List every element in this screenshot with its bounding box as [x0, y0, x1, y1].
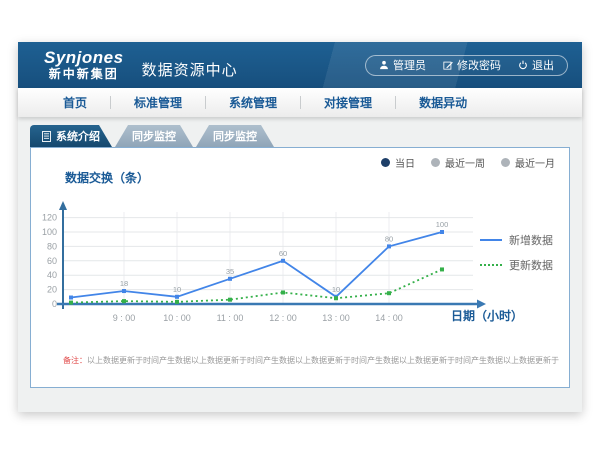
chart-legend: 新增数据 更新数据 [480, 232, 553, 282]
legend-label: 更新数据 [509, 257, 553, 273]
page-background: Synjones 新中新集团 数据资源中心 管理员 修改密码 退出 [0, 0, 600, 450]
svg-text:60: 60 [279, 249, 287, 258]
content-area: 系统介绍 同步监控 同步监控 当日 最近一周 [18, 117, 582, 412]
radio-selected-icon [381, 158, 390, 167]
svg-text:10 : 00: 10 : 00 [163, 313, 191, 323]
tab-sync-monitor-1[interactable]: 同步监控 [115, 125, 193, 147]
logo-subtext: 新中新集团 [44, 68, 124, 81]
logout-button[interactable]: 退出 [518, 57, 554, 73]
svg-text:10: 10 [332, 285, 340, 294]
svg-text:14 : 00: 14 : 00 [375, 313, 403, 323]
tab-label: 系统介绍 [56, 128, 100, 144]
svg-text:40: 40 [47, 270, 57, 280]
main-nav: 首页 标准管理 系统管理 对接管理 数据异动 [18, 88, 582, 117]
power-icon [518, 60, 528, 70]
nav-item-connect-mgmt[interactable]: 对接管理 [301, 94, 395, 111]
document-icon [42, 131, 51, 142]
radio-last-week[interactable]: 最近一周 [431, 155, 485, 170]
user-icon [379, 60, 389, 70]
change-password-button[interactable]: 修改密码 [443, 57, 501, 73]
nav-item-home[interactable]: 首页 [40, 94, 110, 111]
svg-text:60: 60 [47, 256, 57, 266]
legend-item-updated-data: 更新数据 [480, 257, 553, 273]
tab-sync-monitor-2[interactable]: 同步监控 [196, 125, 274, 147]
app-window: Synjones 新中新集团 数据资源中心 管理员 修改密码 退出 [18, 42, 582, 412]
svg-text:100: 100 [436, 220, 449, 229]
radio-label: 最近一周 [445, 155, 485, 170]
nav-item-standard-mgmt[interactable]: 标准管理 [111, 94, 205, 111]
legend-label: 新增数据 [509, 232, 553, 248]
svg-text:9 : 00: 9 : 00 [113, 313, 136, 323]
nav-item-data-change[interactable]: 数据异动 [396, 94, 490, 111]
svg-text:20: 20 [47, 285, 57, 295]
tab-system-intro[interactable]: 系统介绍 [30, 125, 112, 147]
user-button[interactable]: 管理员 [379, 57, 426, 73]
svg-text:80: 80 [385, 234, 393, 243]
svg-text:18: 18 [120, 279, 128, 288]
svg-text:0: 0 [52, 299, 57, 309]
tab-bar: 系统介绍 同步监控 同步监控 [18, 117, 582, 147]
edit-icon [443, 60, 453, 70]
tab-label: 同步监控 [213, 128, 257, 144]
page-title: 数据资源中心 [142, 59, 238, 80]
svg-text:35: 35 [226, 267, 234, 276]
app-header: Synjones 新中新集团 数据资源中心 管理员 修改密码 退出 [18, 42, 582, 88]
user-menu: 管理员 修改密码 退出 [365, 55, 568, 76]
svg-text:100: 100 [42, 227, 57, 237]
line-chart: 0 20 40 60 80 100 120 9 : 00 10 : 00 11 : 00 12 : … [31, 186, 511, 338]
nav-item-system-mgmt[interactable]: 系统管理 [206, 94, 300, 111]
chart-panel: 当日 最近一周 最近一月 数据交换（条） 0 20 40 60 80 100 120 9 : … [30, 147, 570, 388]
radio-unselected-icon [501, 158, 510, 167]
svg-text:80: 80 [47, 241, 57, 251]
svg-text:11 : 00: 11 : 00 [217, 313, 244, 323]
footnote-text: 以上数据更新于时间产生数据以上数据更新于时间产生数据以上数据更新于时间产生数据以… [87, 356, 559, 365]
radio-today[interactable]: 当日 [381, 155, 415, 170]
legend-line-dotted-icon [480, 264, 502, 266]
footnote: 备注：以上数据更新于时间产生数据以上数据更新于时间产生数据以上数据更新于时间产生… [63, 355, 561, 366]
svg-text:120: 120 [42, 213, 57, 223]
svg-text:10: 10 [173, 285, 181, 294]
x-axis-title: 日期（小时） [451, 307, 523, 324]
logout-label: 退出 [532, 57, 554, 73]
footnote-prefix: 备注： [63, 356, 87, 365]
user-label: 管理员 [393, 57, 426, 73]
radio-unselected-icon [431, 158, 440, 167]
radio-label: 当日 [395, 155, 415, 170]
radio-last-month[interactable]: 最近一月 [501, 155, 555, 170]
legend-item-new-data: 新增数据 [480, 232, 553, 248]
logo-text: Synjones [44, 49, 124, 68]
legend-line-solid-icon [480, 239, 502, 241]
logo: Synjones 新中新集团 [44, 49, 124, 81]
change-password-label: 修改密码 [457, 57, 501, 73]
y-axis-title: 数据交换（条） [65, 169, 149, 186]
svg-text:12 : 00: 12 : 00 [269, 313, 297, 323]
tab-label: 同步监控 [132, 128, 176, 144]
time-range-filter: 当日 最近一周 最近一月 [381, 155, 555, 170]
radio-label: 最近一月 [515, 155, 555, 170]
svg-text:13 : 00: 13 : 00 [322, 313, 350, 323]
